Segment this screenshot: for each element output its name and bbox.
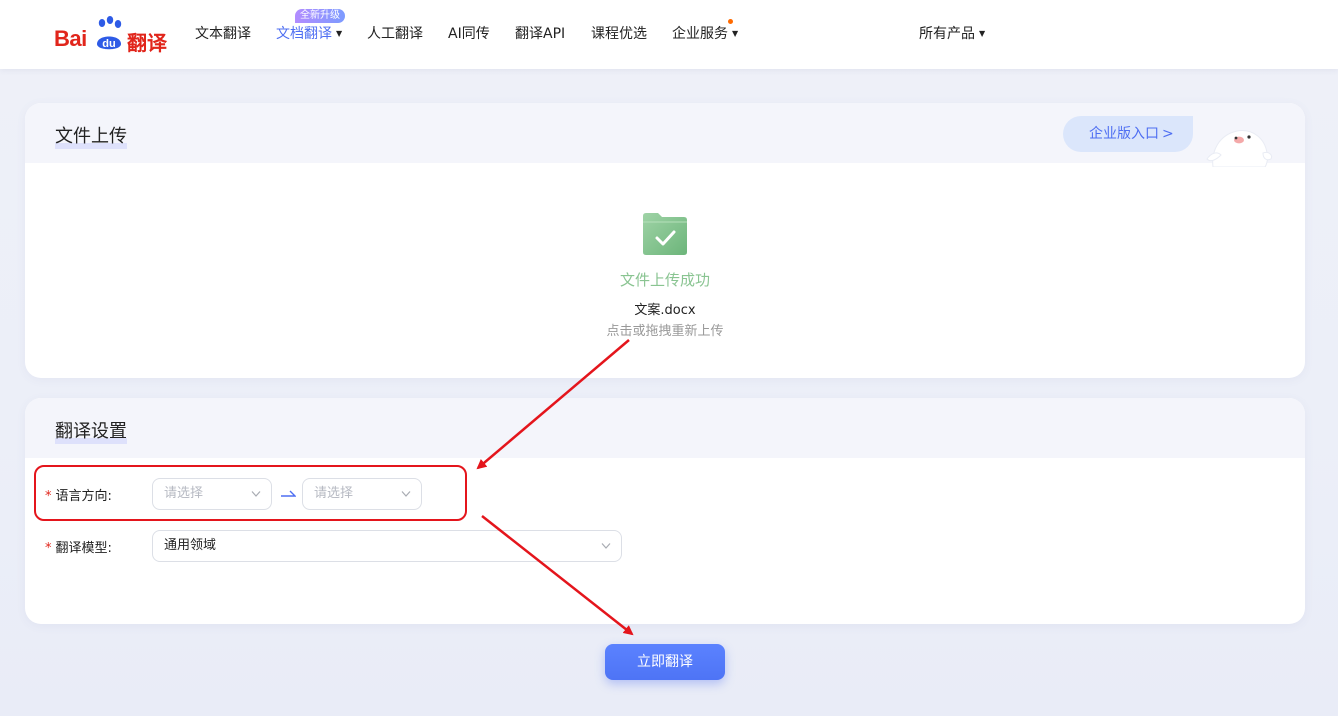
translation-model-value: 通用领域 bbox=[164, 538, 217, 553]
translation-model-label-text: 翻译模型: bbox=[55, 541, 112, 556]
nav-item-translate-api[interactable]: 翻译API bbox=[515, 23, 565, 43]
logo-bai-text: Bai bbox=[54, 26, 87, 51]
enterprise-entry-button[interactable]: 企业版入口 > bbox=[1063, 116, 1193, 152]
translation-settings-header: 翻译设置 bbox=[25, 398, 1305, 458]
baidu-fanyi-logo[interactable]: Bai du 翻译 bbox=[54, 16, 168, 55]
upload-drop-zone[interactable]: 文件上传成功 文案.docx 点击或拖拽重新上传 bbox=[25, 163, 1305, 378]
chevron-right-icon: > bbox=[1162, 126, 1174, 142]
chevron-down-icon bbox=[401, 491, 411, 497]
chevron-down-icon bbox=[251, 491, 261, 497]
required-asterisk: * bbox=[45, 489, 52, 504]
nav-item-human-translate[interactable]: 人工翻译 bbox=[367, 23, 423, 43]
reupload-hint[interactable]: 点击或拖拽重新上传 bbox=[25, 320, 1305, 339]
enterprise-entry-label: 企业版入口 bbox=[1089, 126, 1159, 142]
source-language-select[interactable]: 请选择 bbox=[152, 478, 272, 510]
target-language-placeholder: 请选择 bbox=[314, 486, 354, 501]
nav-item-doc-translate-label: 文档翻译 bbox=[276, 26, 332, 42]
required-asterisk: * bbox=[45, 541, 52, 556]
caret-down-icon: ▼ bbox=[336, 29, 343, 38]
direction-arrow-icon[interactable] bbox=[280, 490, 296, 498]
translation-settings-card: 翻译设置 * 语言方向: 请选择 请选择 * 翻译模型: 通用领域 bbox=[25, 398, 1305, 624]
nav-item-text-translate[interactable]: 文本翻译 bbox=[195, 23, 251, 43]
file-upload-card-header: 文件上传 企业版入口 > bbox=[25, 103, 1305, 167]
nav-item-courses[interactable]: 课程优选 bbox=[591, 23, 647, 43]
language-direction-label-text: 语言方向: bbox=[55, 489, 112, 504]
logo-du-text: du bbox=[102, 38, 115, 50]
file-upload-title: 文件上传 bbox=[55, 122, 127, 149]
nav-item-ai-interpretation[interactable]: AI同传 bbox=[448, 23, 490, 43]
translate-now-button[interactable]: 立即翻译 bbox=[605, 644, 725, 680]
source-language-placeholder: 请选择 bbox=[164, 486, 204, 501]
top-header: Bai du 翻译 文本翻译 文档翻译 ▼ 人工翻译 AI同传 翻译API 课程优… bbox=[0, 0, 1338, 69]
language-direction-label: * 语言方向: bbox=[45, 485, 112, 504]
new-upgrade-badge: 全新升级 bbox=[295, 9, 345, 23]
notification-dot bbox=[728, 19, 733, 24]
file-upload-card: 文件上传 企业版入口 > 文件上传成功 文案.docx 点击或拖拽重新上传 bbox=[25, 103, 1305, 378]
baidu-paw-icon: du bbox=[97, 16, 122, 50]
logo-fanyi-text: 翻译 bbox=[127, 31, 167, 55]
nav-item-enterprise-service[interactable]: 企业服务 ▼ bbox=[672, 23, 738, 43]
translation-settings-title-text: 翻译设置 bbox=[55, 421, 127, 442]
uploaded-file-name: 文案.docx bbox=[634, 303, 696, 318]
caret-down-icon: ▼ bbox=[979, 29, 986, 38]
file-upload-title-text: 文件上传 bbox=[55, 126, 127, 147]
nav-item-all-products[interactable]: 所有产品 ▼ bbox=[919, 23, 985, 43]
nav-item-doc-translate[interactable]: 文档翻译 ▼ bbox=[276, 23, 342, 43]
chevron-down-icon bbox=[601, 543, 611, 549]
folder-check-icon bbox=[643, 213, 687, 255]
nav-item-all-products-label: 所有产品 bbox=[919, 26, 975, 42]
target-language-select[interactable]: 请选择 bbox=[302, 478, 422, 510]
caret-down-icon: ▼ bbox=[732, 29, 739, 38]
translation-model-label: * 翻译模型: bbox=[45, 537, 112, 556]
mascot-icon bbox=[1206, 130, 1272, 167]
translation-model-select[interactable]: 通用领域 bbox=[152, 530, 622, 562]
upload-success-text: 文件上传成功 bbox=[619, 271, 710, 289]
nav-item-enterprise-service-label: 企业服务 bbox=[672, 26, 728, 42]
translation-settings-title: 翻译设置 bbox=[55, 417, 127, 444]
